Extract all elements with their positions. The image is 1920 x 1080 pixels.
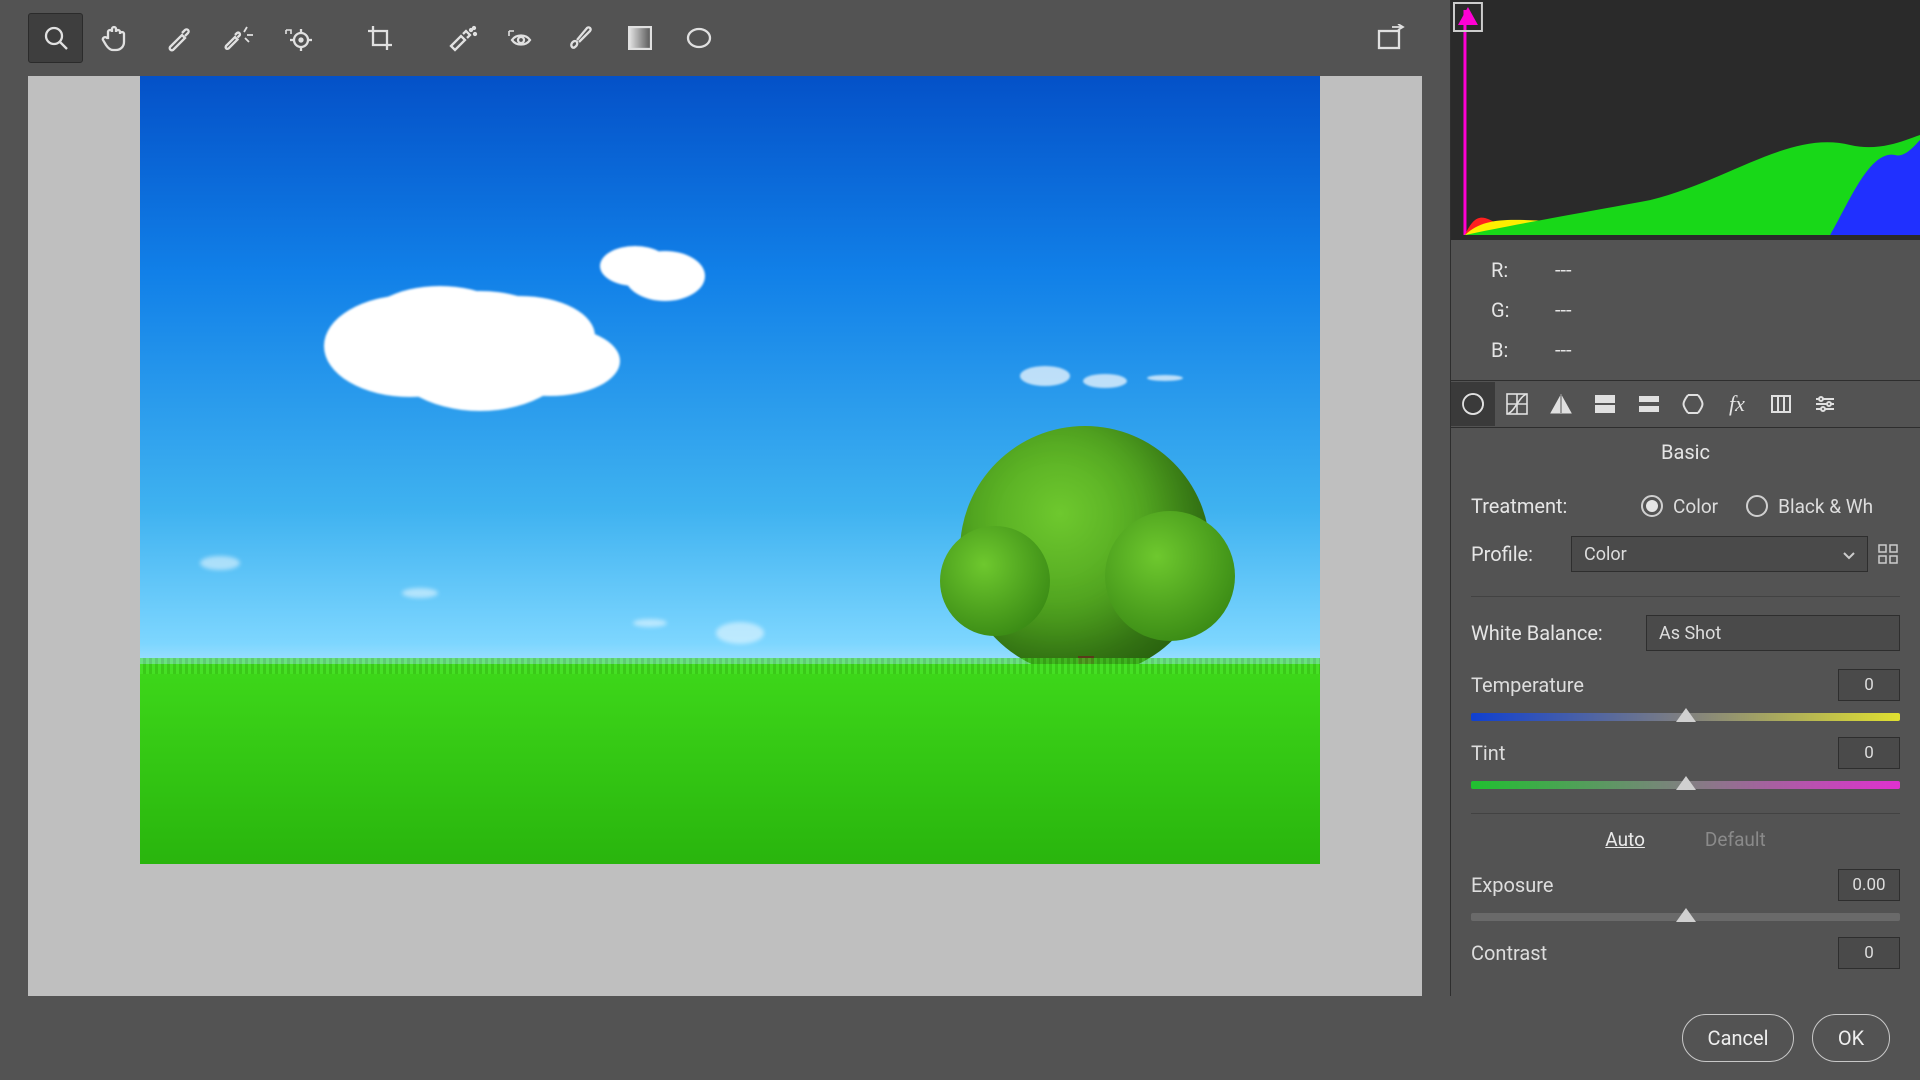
- tab-split[interactable]: [1627, 382, 1671, 426]
- treatment-bw-radio[interactable]: [1746, 495, 1768, 517]
- dialog-footer: Cancel OK: [0, 996, 1920, 1080]
- treatment-label: Treatment:: [1471, 494, 1641, 518]
- redeye-tool[interactable]: [494, 13, 549, 63]
- open-image-icon[interactable]: [1363, 13, 1418, 63]
- contrast-label: Contrast: [1471, 941, 1838, 965]
- top-toolbar: [0, 0, 1450, 76]
- tab-curve[interactable]: [1495, 382, 1539, 426]
- default-button[interactable]: Default: [1705, 828, 1766, 851]
- tab-hsl[interactable]: [1583, 382, 1627, 426]
- chevron-down-icon: [1843, 544, 1855, 565]
- b-value: ---: [1555, 330, 1572, 370]
- white-balance-select[interactable]: As Shot: [1646, 615, 1900, 651]
- profile-label: Profile:: [1471, 542, 1571, 566]
- temperature-slider[interactable]: [1471, 713, 1900, 721]
- image-canvas[interactable]: [28, 76, 1422, 1014]
- zoom-tool[interactable]: [28, 13, 83, 63]
- tab-basic[interactable]: [1451, 382, 1495, 426]
- g-value: ---: [1555, 290, 1572, 330]
- color-sampler-tool[interactable]: [210, 13, 265, 63]
- profile-browser-icon[interactable]: [1876, 536, 1900, 572]
- white-balance-label: White Balance:: [1471, 621, 1646, 645]
- tint-slider[interactable]: [1471, 781, 1900, 789]
- brush-tool[interactable]: [553, 13, 608, 63]
- g-label: G:: [1491, 290, 1531, 330]
- cancel-button[interactable]: Cancel: [1682, 1014, 1794, 1062]
- tint-label: Tint: [1471, 741, 1838, 765]
- treatment-color-label[interactable]: Color: [1673, 495, 1718, 518]
- hand-tool[interactable]: [87, 13, 142, 63]
- crop-tool[interactable]: [352, 13, 407, 63]
- radial-tool[interactable]: [671, 13, 726, 63]
- profile-select[interactable]: Color: [1571, 536, 1868, 572]
- exposure-slider[interactable]: [1471, 913, 1900, 921]
- treatment-color-radio[interactable]: [1641, 495, 1663, 517]
- tab-presets[interactable]: [1803, 382, 1847, 426]
- right-panel: R: --- G: --- B: --- fx: [1450, 0, 1920, 1080]
- tint-value[interactable]: 0: [1838, 737, 1900, 769]
- tab-detail[interactable]: [1539, 382, 1583, 426]
- r-value: ---: [1555, 250, 1572, 290]
- spot-heal-tool[interactable]: [435, 13, 490, 63]
- temperature-value[interactable]: 0: [1838, 669, 1900, 701]
- gradient-tool[interactable]: [612, 13, 667, 63]
- temperature-label: Temperature: [1471, 673, 1838, 697]
- b-label: B:: [1491, 330, 1531, 370]
- auto-button[interactable]: Auto: [1605, 828, 1645, 851]
- ok-button[interactable]: OK: [1812, 1014, 1890, 1062]
- contrast-value[interactable]: 0: [1838, 937, 1900, 969]
- tab-lens[interactable]: [1671, 382, 1715, 426]
- tab-calib[interactable]: [1759, 382, 1803, 426]
- histogram[interactable]: [1451, 0, 1920, 240]
- panel-section-title: Basic: [1451, 428, 1920, 476]
- exposure-value[interactable]: 0.00: [1838, 869, 1900, 901]
- preview-image: [140, 76, 1320, 864]
- rgb-readout: R: --- G: --- B: ---: [1451, 240, 1920, 380]
- tab-fx[interactable]: fx: [1715, 382, 1759, 426]
- target-adjust-tool[interactable]: [269, 13, 324, 63]
- exposure-label: Exposure: [1471, 873, 1838, 897]
- eyedropper-tool[interactable]: [151, 13, 206, 63]
- panel-tabs: fx: [1451, 380, 1920, 428]
- r-label: R:: [1491, 250, 1531, 290]
- treatment-bw-label[interactable]: Black & Wh: [1778, 495, 1873, 518]
